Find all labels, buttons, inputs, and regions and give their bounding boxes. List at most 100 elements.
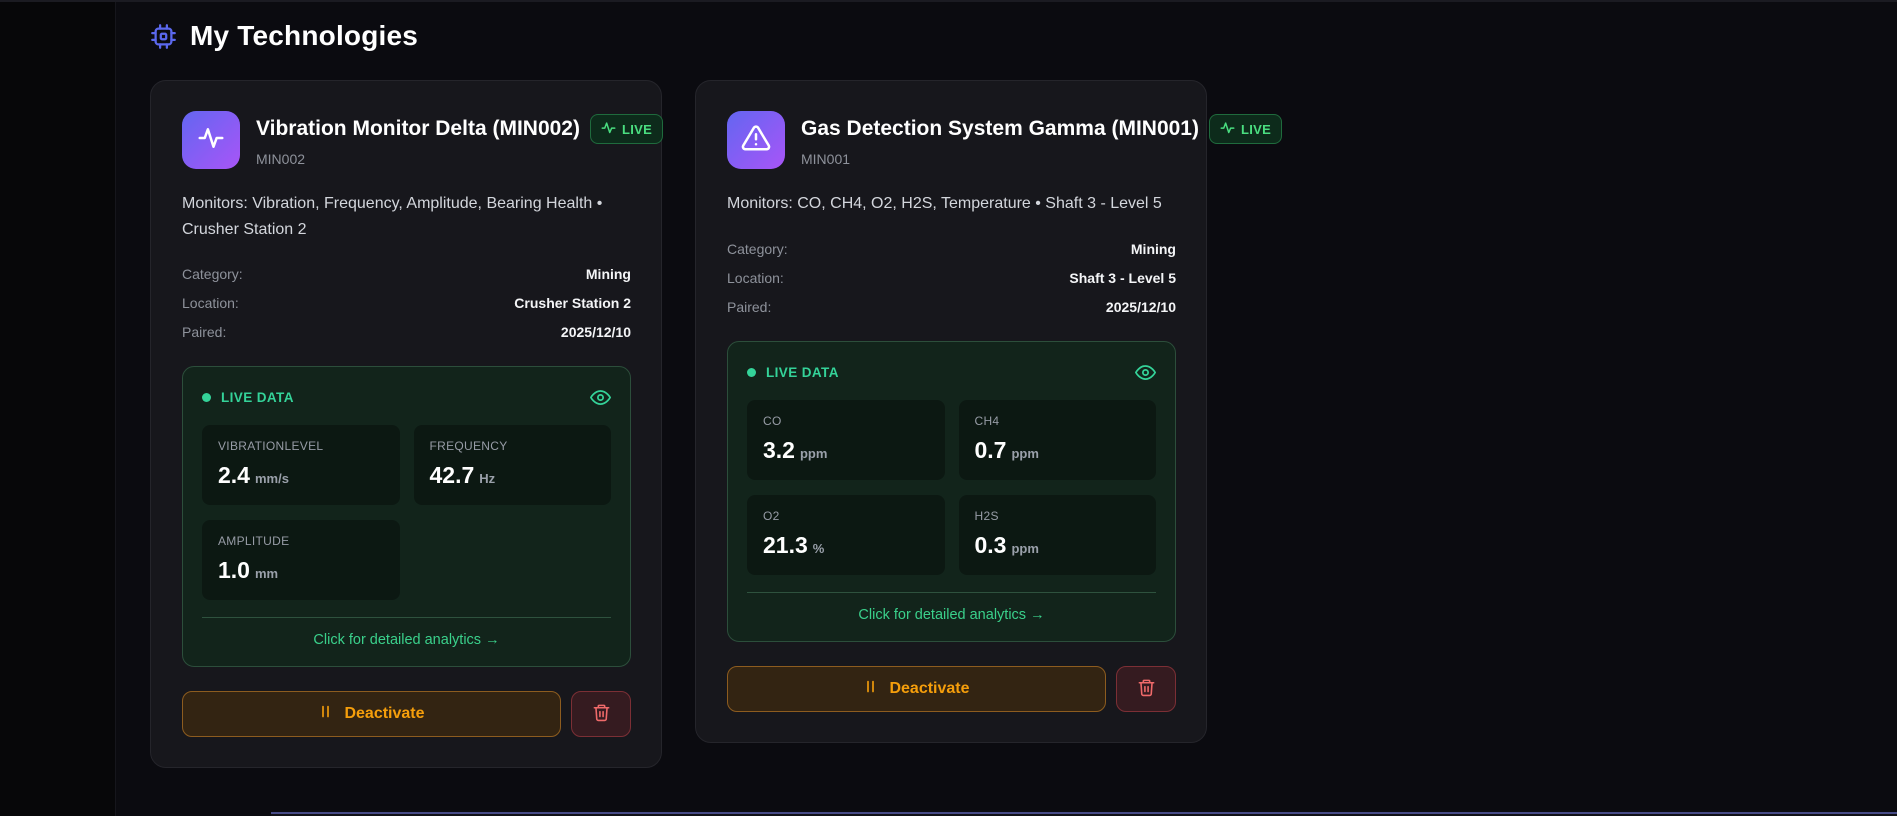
- metrics-grid: CO 3.2 ppm CH4 0.7 ppm O2 21.3% H2S 0.3 ppm: [747, 399, 1156, 575]
- activity-waveform-icon: [196, 123, 226, 158]
- metric-tile-frequency: FREQUENCY 42.7 Hz: [413, 425, 611, 506]
- live-data-header: LIVE DATA: [747, 362, 1156, 383]
- card-header: Vibration Monitor Delta (MIN002) LIVE MI…: [182, 111, 664, 169]
- metric-reading: 42.7 Hz: [430, 462, 596, 489]
- title-row: Vibration Monitor Delta (MIN002) LIVE: [256, 114, 664, 144]
- metric-label: CO: [763, 413, 782, 428]
- metric-label: AMPLITUDE: [218, 534, 290, 549]
- detail-row-location: Location: Shaft 3 - Level 5: [727, 270, 1176, 286]
- metric-value: 1.0: [218, 557, 250, 584]
- metric-unit: ppm: [1011, 445, 1039, 461]
- detail-label: Paired:: [727, 298, 772, 315]
- detail-label: Location:: [727, 269, 784, 286]
- live-data-label: LIVE DATA: [766, 364, 839, 380]
- main-content-area: My Technologies Vibration Monitor Delta …: [115, 2, 1897, 816]
- delete-button[interactable]: [1116, 665, 1176, 712]
- detail-row-category: Category: Mining: [182, 266, 631, 282]
- card-header: Gas Detection System Gamma (MIN001) LIVE…: [727, 111, 1283, 169]
- technology-card-gas-detection: Gas Detection System Gamma (MIN001) LIVE…: [695, 80, 1283, 743]
- live-data-header: LIVE DATA: [202, 387, 611, 408]
- metric-tile-vibrationlevel: VIBRATIONLEVEL 2.4 mm/s: [202, 425, 400, 506]
- metric-unit: ppm: [1011, 540, 1039, 556]
- next-section-top-edge: [271, 812, 1897, 816]
- metric-unit: Hz: [479, 471, 496, 487]
- live-badge-label: LIVE: [621, 121, 653, 137]
- device-icon: [727, 111, 785, 169]
- detail-label: Category:: [727, 240, 788, 257]
- live-status-badge: LIVE: [1208, 114, 1283, 144]
- metric-value: 21.3: [763, 531, 808, 558]
- device-details: Category: Mining Location: Shaft 3 - Lev…: [727, 241, 1176, 315]
- metric-tile-amplitude: AMPLITUDE 1.0 mm: [202, 520, 400, 601]
- cpu-chip-icon: [150, 23, 177, 50]
- detailed-analytics-link[interactable]: Click for detailed analytics →: [747, 593, 1156, 625]
- detail-value: Crusher Station 2: [514, 295, 631, 312]
- metric-unit: ppm: [799, 445, 828, 461]
- pause-icon: [863, 679, 878, 699]
- metric-reading: 21.3%: [763, 532, 929, 559]
- deactivate-button-label: Deactivate: [889, 679, 970, 697]
- metric-unit: mm/s: [254, 471, 289, 487]
- trash-icon: [1137, 678, 1156, 700]
- metrics-grid: VIBRATIONLEVEL 2.4 mm/s FREQUENCY 42.7 Hz …: [202, 425, 611, 601]
- device-id: MIN001: [801, 151, 851, 167]
- card-actions: Deactivate: [182, 691, 631, 738]
- metric-tile-o2: O2 21.3%: [747, 494, 945, 575]
- detail-value: 2025/12/10: [560, 324, 631, 341]
- detail-row-location: Location: Crusher Station 2: [182, 295, 631, 311]
- monitors-description: Monitors: Vibration, Frequency, Amplitud…: [182, 195, 603, 238]
- live-dot-indicator: [747, 367, 756, 377]
- detail-label: Paired:: [182, 324, 227, 341]
- metric-value: 0.3: [974, 531, 1007, 558]
- metric-value: 2.4: [218, 462, 250, 489]
- detail-label: Category:: [182, 266, 243, 283]
- live-badge-label: LIVE: [1240, 121, 1272, 137]
- metric-reading: 0.3 ppm: [975, 532, 1141, 559]
- card-title: Vibration Monitor Delta (MIN002): [256, 117, 580, 140]
- detail-value: Mining: [1130, 240, 1176, 257]
- live-dot-indicator: [202, 393, 211, 403]
- device-details: Category: Mining Location: Crusher Stati…: [182, 266, 631, 340]
- device-id: MIN002: [256, 151, 306, 167]
- title-block: Vibration Monitor Delta (MIN002) LIVE MI…: [256, 111, 664, 169]
- metric-value: 0.7: [974, 436, 1007, 463]
- detail-value: Shaft 3 - Level 5: [1069, 269, 1176, 286]
- detail-label: Location:: [182, 295, 239, 312]
- metric-value: 42.7: [429, 462, 475, 489]
- deactivate-button[interactable]: Deactivate: [727, 665, 1106, 712]
- metric-label: H2S: [974, 508, 999, 523]
- eye-icon[interactable]: [590, 387, 611, 408]
- delete-button[interactable]: [571, 691, 631, 738]
- live-data-label: LIVE DATA: [221, 390, 294, 406]
- deactivate-button-label: Deactivate: [344, 705, 425, 723]
- metric-label: O2: [763, 508, 780, 523]
- detailed-analytics-link[interactable]: Click for detailed analytics →: [202, 618, 611, 650]
- eye-icon[interactable]: [1135, 362, 1156, 383]
- metric-reading: 2.4 mm/s: [218, 462, 384, 489]
- technology-card-vibration-monitor: Vibration Monitor Delta (MIN002) LIVE MI…: [150, 80, 664, 769]
- metric-value: 3.2: [763, 436, 795, 463]
- title-block: Gas Detection System Gamma (MIN001) LIVE…: [801, 111, 1283, 169]
- card-actions: Deactivate: [727, 665, 1176, 712]
- metric-label: VIBRATIONLEVEL: [218, 439, 324, 454]
- metric-label: CH4: [974, 413, 1000, 428]
- deactivate-button[interactable]: Deactivate: [182, 691, 561, 738]
- live-data-panel[interactable]: LIVE DATA CO 3.2 ppm CH4 0.7 ppm O2 21.3…: [727, 340, 1176, 642]
- device-icon: [182, 111, 240, 169]
- detail-value: 2025/12/10: [1105, 298, 1176, 315]
- metric-tile-co: CO 3.2 ppm: [747, 399, 945, 480]
- trash-icon: [592, 703, 611, 725]
- metric-tile-h2s: H2S 0.3 ppm: [958, 494, 1156, 575]
- metric-unit: %: [812, 540, 825, 556]
- metric-unit: mm: [254, 566, 279, 582]
- card-title: Gas Detection System Gamma (MIN001): [801, 117, 1199, 140]
- metric-tile-ch4: CH4 0.7 ppm: [958, 399, 1156, 480]
- detail-row-paired: Paired: 2025/12/10: [727, 299, 1176, 315]
- detail-row-category: Category: Mining: [727, 241, 1176, 257]
- page-header: My Technologies: [116, 2, 1897, 52]
- title-row: Gas Detection System Gamma (MIN001) LIVE: [801, 114, 1283, 144]
- metric-label: FREQUENCY: [429, 439, 508, 454]
- metric-reading: 3.2 ppm: [763, 437, 929, 464]
- live-data-panel[interactable]: LIVE DATA VIBRATIONLEVEL 2.4 mm/s FREQUE…: [182, 366, 631, 668]
- metric-reading: 0.7 ppm: [975, 437, 1141, 464]
